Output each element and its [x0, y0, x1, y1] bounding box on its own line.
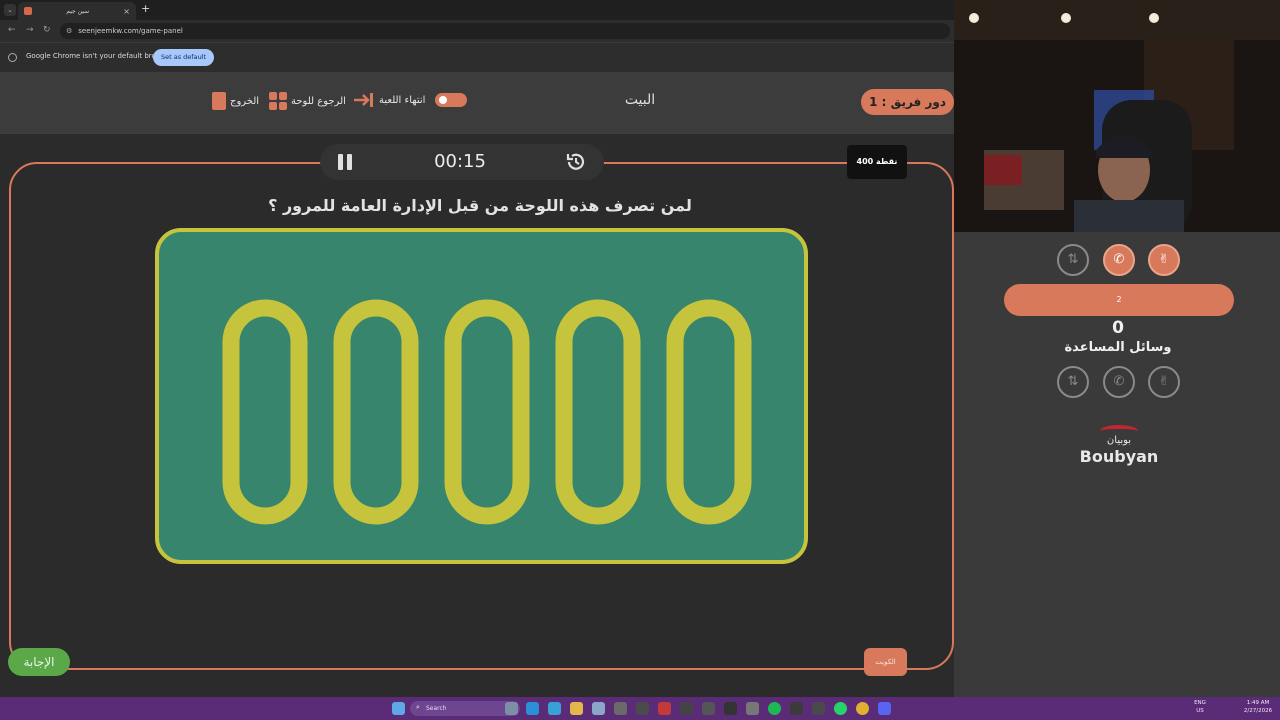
set-default-button[interactable]: Set as default [153, 49, 215, 66]
tab-search-icon[interactable]: ⌄ [4, 4, 16, 16]
default-browser-infobar: Google Chrome isn't your default browser… [0, 42, 954, 72]
license-plate-image: 00000 [155, 228, 808, 564]
turn-indicator: دور فريق : 1 [861, 89, 954, 115]
webcam-overlay [954, 0, 1280, 232]
double-points-icon[interactable]: ⇅ [1057, 366, 1089, 398]
new-tab-button[interactable]: + [141, 2, 150, 15]
exit-button[interactable]: الخروج [212, 92, 259, 110]
timer-bar: 00:15 [320, 144, 604, 180]
url-field[interactable]: ⚙ seenjeemkw.com/game-panel [60, 23, 950, 39]
clock-time: 1:49 AM [1246, 700, 1270, 706]
search-placeholder: Search [426, 705, 447, 712]
spotify-icon[interactable] [768, 702, 781, 715]
plate-digits: 00000 [222, 299, 752, 525]
question-text: لمن تصرف هذه اللوحة من قبل الإدارة العام… [268, 196, 692, 215]
taskbar-app-icon[interactable] [812, 702, 825, 715]
timer-display: 00:15 [434, 151, 486, 172]
forward-icon[interactable]: → [26, 25, 34, 35]
victory-hand-icon[interactable]: ✌ [1148, 366, 1180, 398]
end-game-button[interactable]: انتهاء اللعبة [353, 92, 468, 108]
team-score: 0 [1112, 318, 1124, 338]
taskbar-app-icon[interactable] [505, 702, 518, 715]
taskbar-app-icon[interactable] [790, 702, 803, 715]
reload-icon[interactable]: ↻ [43, 25, 51, 35]
taskbar-app-icon[interactable] [548, 702, 561, 715]
back-to-board-button[interactable]: الرجوع للوحة [269, 92, 346, 110]
taskbar-search[interactable]: Search [410, 701, 520, 716]
clock-date: 2/27/2026 [1243, 708, 1273, 714]
taskbar-app-icon[interactable] [658, 702, 671, 715]
answer-button[interactable]: الإجابة [8, 648, 70, 676]
lang-code: ENG [1194, 700, 1206, 706]
tab-close-icon[interactable]: × [123, 7, 130, 16]
taskbar-app-icon[interactable] [746, 702, 759, 715]
double-points-icon[interactable]: ⇅ [1057, 244, 1089, 276]
taskbar-app-icon[interactable] [592, 702, 605, 715]
taskbar-app-icon[interactable] [702, 702, 715, 715]
aids-heading: وسائل المساعدة [1064, 340, 1172, 355]
arrow-right-icon [353, 92, 375, 108]
folder-icon[interactable] [570, 702, 583, 715]
infobar-text: Google Chrome isn't your default browser [26, 52, 173, 60]
windows-start-icon[interactable] [392, 702, 405, 715]
search-icon: ⌕ [416, 703, 420, 711]
grid-icon [269, 92, 287, 110]
clock[interactable]: 1:49 AM 2/27/2026 [1240, 699, 1276, 715]
back-icon[interactable]: ← [8, 25, 16, 35]
end-game-toggle[interactable] [435, 93, 468, 107]
taskbar-app-icon[interactable] [680, 702, 693, 715]
site-info-icon[interactable]: ⚙ [66, 23, 72, 39]
door-exit-icon [212, 92, 226, 110]
browser-tab[interactable]: سين جيم × [18, 2, 136, 20]
exit-label: الخروج [230, 95, 260, 107]
discord-icon[interactable] [878, 702, 891, 715]
team-name-bar: 2 [1004, 284, 1234, 316]
reset-timer-icon[interactable] [564, 150, 588, 174]
phone-icon[interactable]: ✆ [1103, 366, 1135, 398]
points-badge: 400 نقطة [847, 145, 907, 179]
chrome-icon[interactable] [856, 702, 869, 715]
language-indicator[interactable]: ENG US [1192, 699, 1208, 715]
edge-icon[interactable] [526, 702, 539, 715]
victory-hand-icon[interactable]: ✌ [1148, 244, 1180, 276]
region-code: US [1196, 708, 1204, 714]
address-bar-row: ← → ↻ ⚙ seenjeemkw.com/game-panel [0, 20, 954, 42]
category-title: البيت [624, 92, 656, 108]
game-header: دور فريق : 1 البيت انتهاء اللعبة الرجوع … [0, 72, 954, 134]
taskbar-app-icon[interactable] [614, 702, 627, 715]
pause-icon[interactable] [338, 154, 352, 170]
team-corner-label: الكويت [864, 648, 907, 676]
taskbar-app-icon[interactable] [636, 702, 649, 715]
sponsor-logo: بوبيان Boubyan [1078, 425, 1160, 469]
url-text: seenjeemkw.com/game-panel [78, 27, 183, 35]
browser-tab-bar: ⌄ سين جيم × + [0, 0, 954, 20]
phone-icon[interactable]: ✆ [1103, 244, 1135, 276]
sponsor-name-en: Boubyan [1079, 447, 1159, 466]
windows-taskbar: Search ⌕ ENG US 1:49 AM 2/27/2026 [0, 697, 1280, 720]
favicon-icon [24, 7, 32, 15]
end-game-label: انتهاء اللعبة [379, 94, 426, 106]
back-to-board-label: الرجوع للوحة [291, 95, 346, 107]
whatsapp-icon[interactable] [834, 702, 847, 715]
sponsor-name-ar: بوبيان [1106, 435, 1132, 446]
tab-title: سين جيم [66, 7, 90, 15]
taskbar-app-icon[interactable] [724, 702, 737, 715]
info-icon [8, 53, 17, 62]
